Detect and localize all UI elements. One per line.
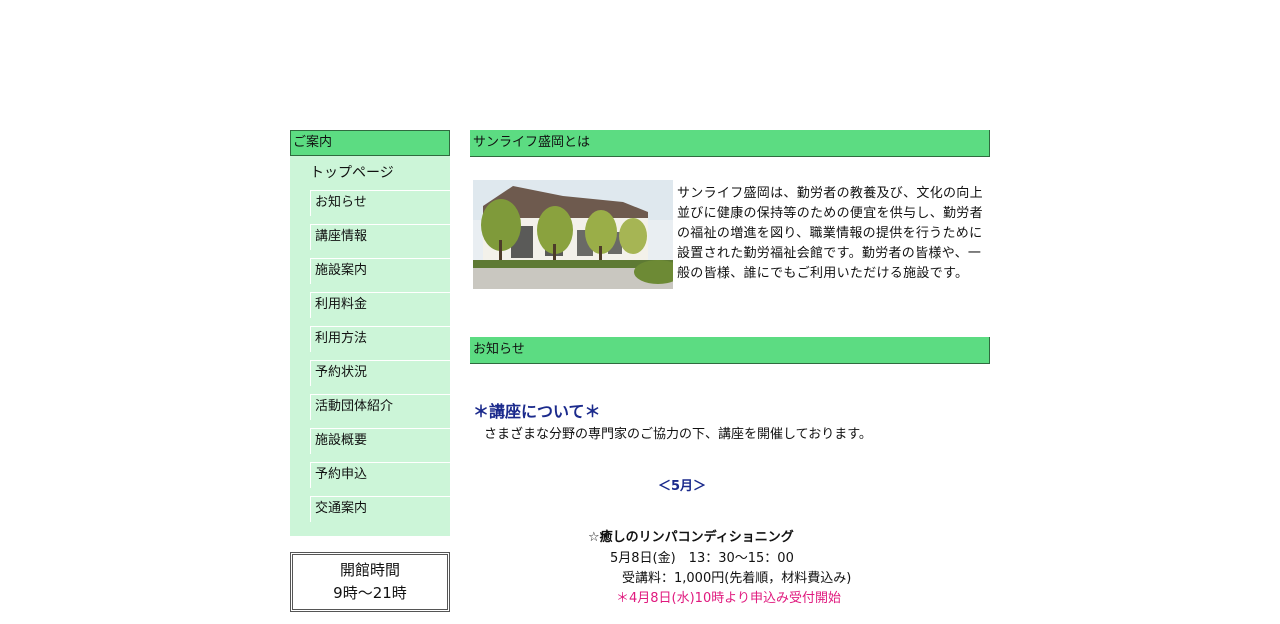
- about-description: サンライフ盛岡は、勤労者の教養及び、文化の向上並びに健康の保持等のための便宜を供…: [677, 186, 983, 281]
- about-section: サンライフ盛岡は、勤労者の教養及び、文化の向上並びに健康の保持等のための便宜を供…: [470, 157, 990, 337]
- sidebar-item-courses[interactable]: 講座情報: [310, 224, 450, 250]
- month-label: ＜5月＞: [658, 479, 707, 494]
- sidebar-menu: トップページ お知らせ 講座情報 施設案内 利用料金 利用方法 予約状況 活動団…: [290, 156, 450, 536]
- event-date: 5月8日(金) 13：30～15：00: [610, 551, 794, 566]
- sidebar: ご案内 トップページ お知らせ 講座情報 施設案内 利用料金 利用方法 予約状況…: [290, 130, 450, 612]
- sidebar-item-news[interactable]: お知らせ: [310, 190, 450, 216]
- opening-hours-title: 開館時間: [339, 561, 400, 579]
- sidebar-item-usage[interactable]: 利用方法: [310, 326, 450, 352]
- event-fee: 受講料：1,000円(先着順，材料費込み): [622, 571, 852, 586]
- course-description: さまざまな分野の専門家のご協力の下、講座を開催しております。: [484, 427, 872, 442]
- sidebar-item-access[interactable]: 交通案内: [310, 496, 450, 522]
- course-title: ＊講座について＊: [473, 402, 601, 421]
- notice-heading: お知らせ: [470, 337, 990, 364]
- sidebar-item-groups[interactable]: 活動団体紹介: [310, 394, 450, 420]
- sidebar-heading: ご案内: [290, 130, 450, 156]
- sidebar-item-fees[interactable]: 利用料金: [310, 292, 450, 318]
- sidebar-item-reserve[interactable]: 予約申込: [310, 462, 450, 488]
- notice-section: ＊講座について＊ さまざまな分野の専門家のご協力の下、講座を開催しております。 …: [470, 364, 990, 624]
- building-photo: [473, 180, 673, 289]
- sidebar-item-reservation-status[interactable]: 予約状況: [310, 360, 450, 386]
- event-name: ☆癒しのリンパコンディショニング: [588, 530, 794, 545]
- opening-hours-box: 開館時間 9時～21時: [290, 552, 450, 612]
- sidebar-item-top-page[interactable]: トップページ: [290, 156, 450, 190]
- opening-hours-value: 9時～21時: [333, 584, 407, 602]
- sidebar-item-facilities[interactable]: 施設案内: [310, 258, 450, 284]
- sidebar-item-overview[interactable]: 施設概要: [310, 428, 450, 454]
- event-apply-notice: ＊4月8日(水)10時より申込み受付開始: [616, 591, 841, 606]
- about-heading: サンライフ盛岡とは: [470, 130, 990, 157]
- main-content: サンライフ盛岡とは サンライフ盛岡は、勤労者の教養及び、文化の向上並びに健康の保…: [470, 130, 990, 624]
